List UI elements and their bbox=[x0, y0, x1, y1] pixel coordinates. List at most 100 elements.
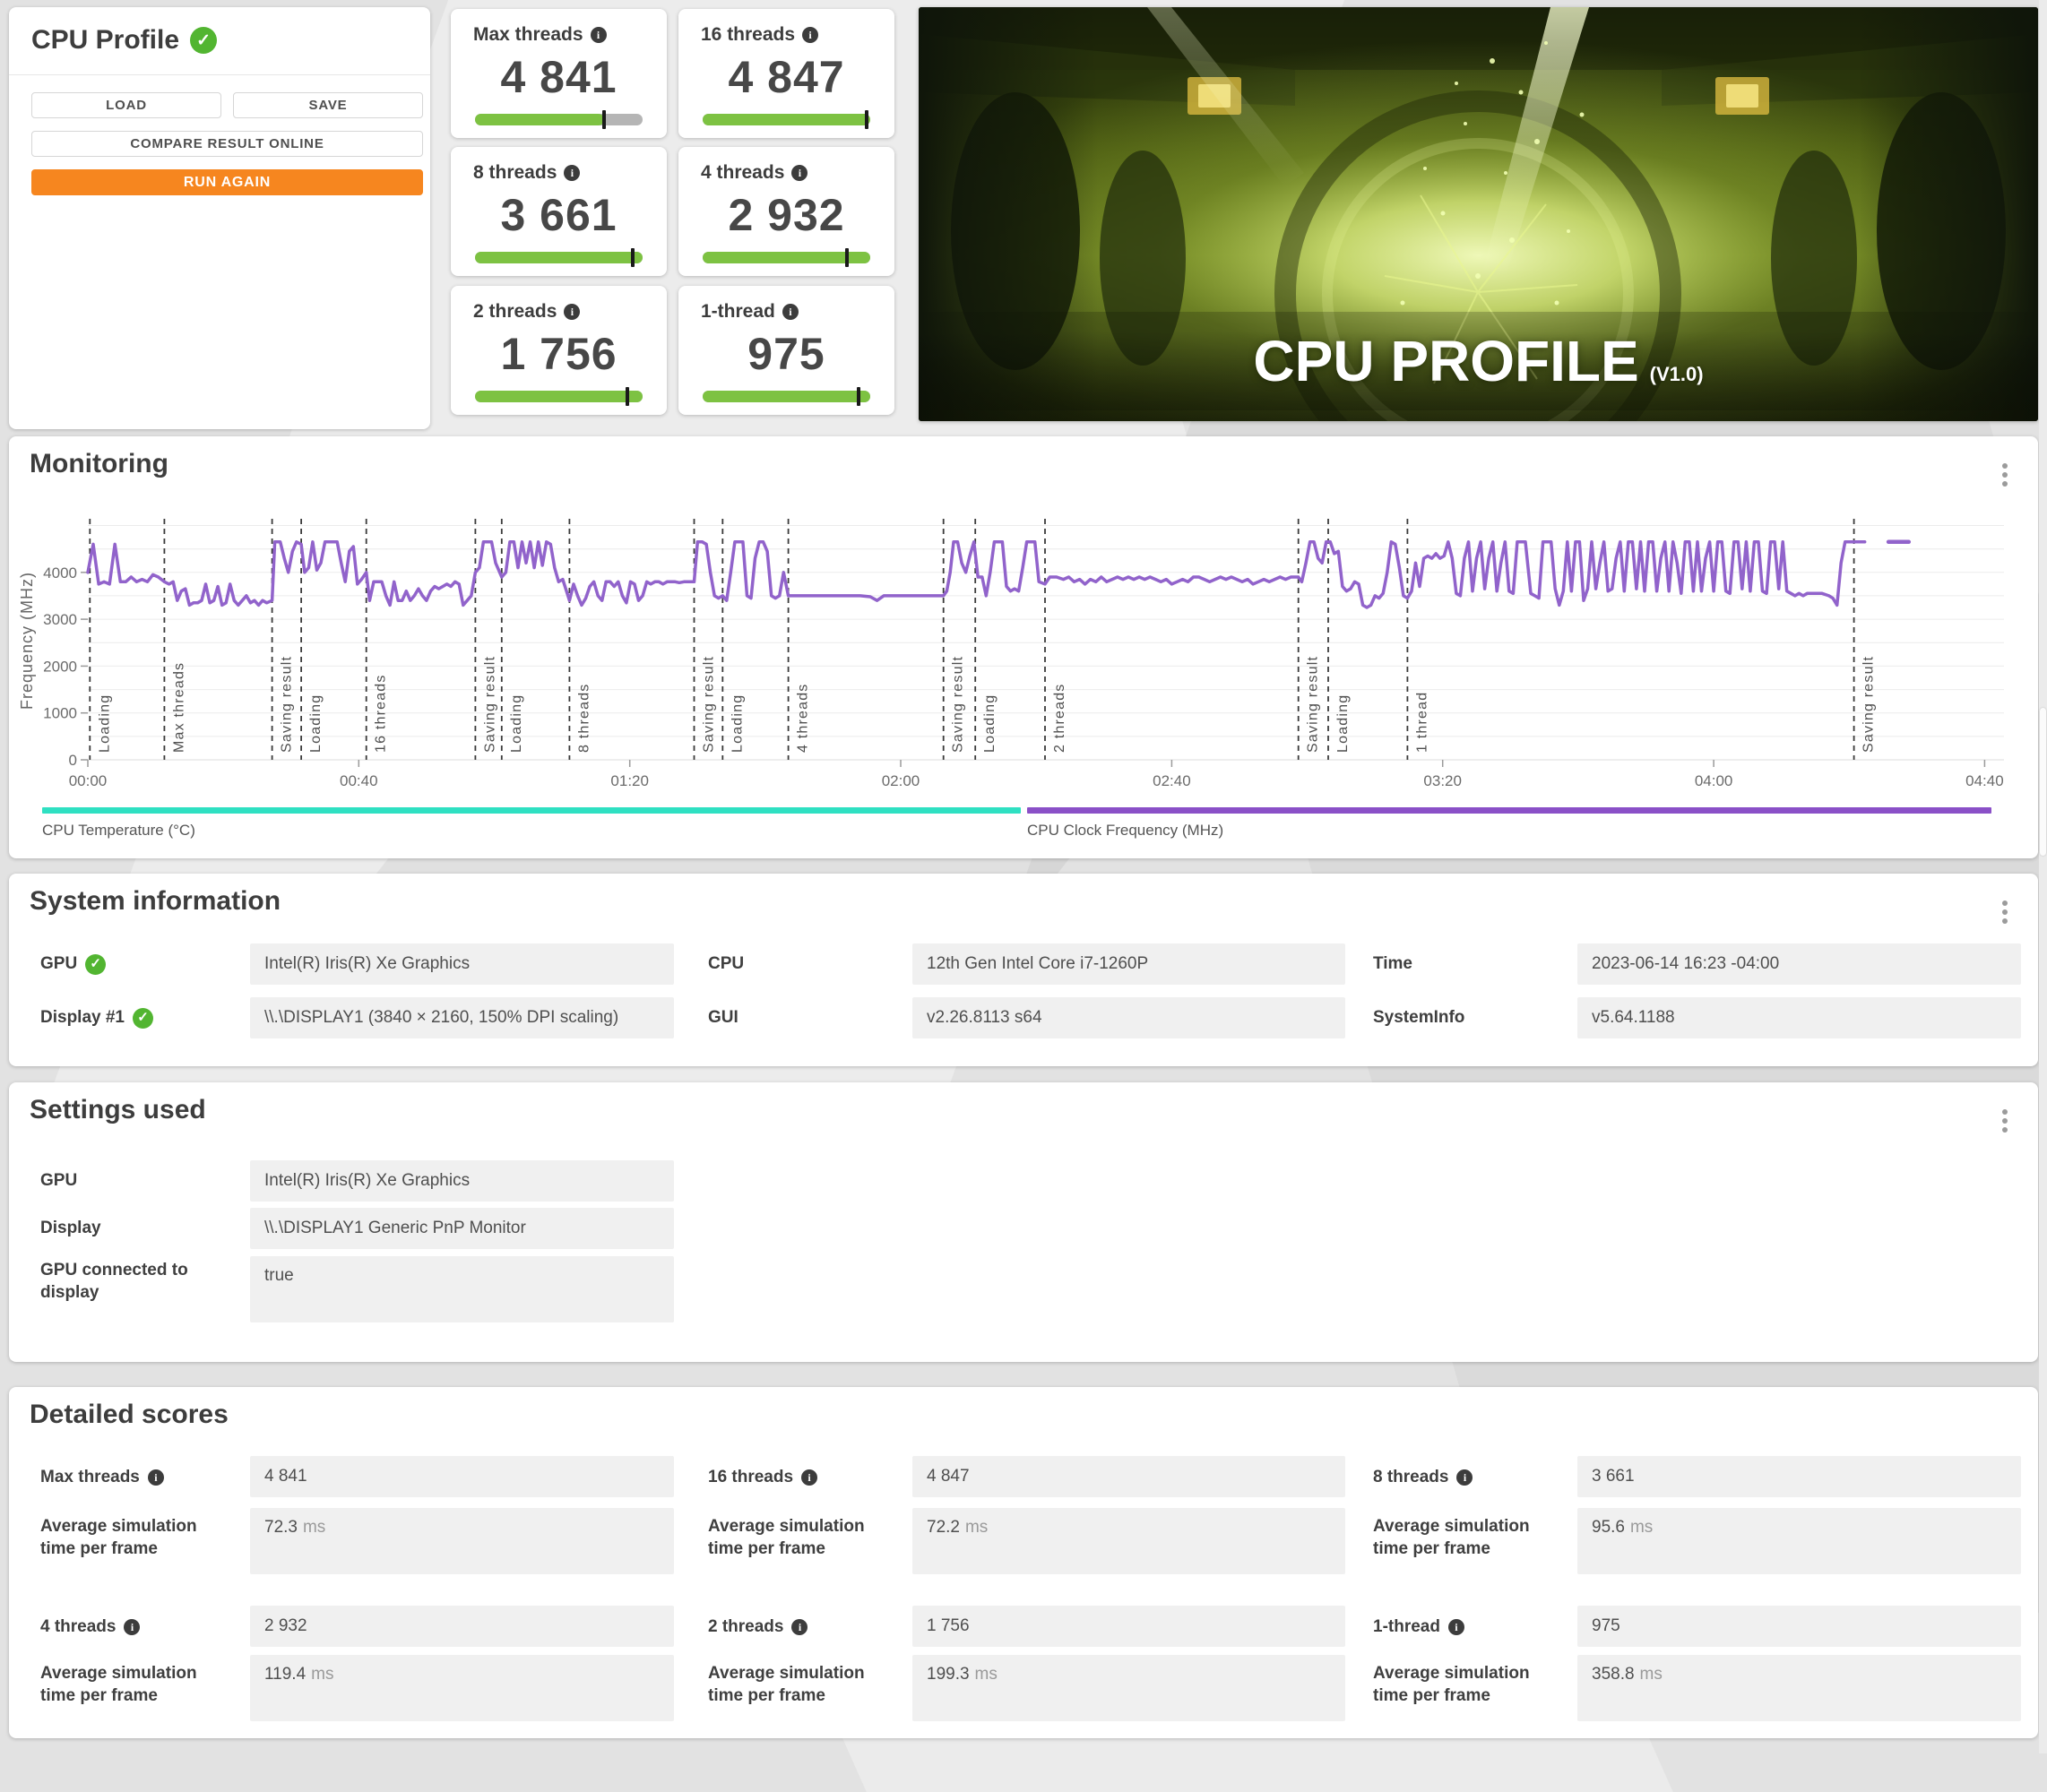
load-button[interactable]: LOAD bbox=[31, 92, 221, 118]
info-icon[interactable]: i bbox=[1456, 1469, 1473, 1486]
info-icon[interactable]: i bbox=[801, 1469, 817, 1486]
field-label-time: Time bbox=[1373, 952, 1412, 976]
score-progress-bar bbox=[475, 114, 643, 125]
svg-text:CPU Temperature (°C): CPU Temperature (°C) bbox=[42, 822, 195, 839]
svg-text:0: 0 bbox=[69, 752, 77, 769]
info-icon[interactable]: i bbox=[1448, 1619, 1464, 1635]
score-card-2-threads: 2 threadsi 1 756 bbox=[451, 286, 667, 415]
svg-text:Frequency (MHz): Frequency (MHz) bbox=[18, 572, 36, 710]
score-label-max-threads: Max threadsi bbox=[40, 1466, 164, 1489]
svg-text:00:40: 00:40 bbox=[340, 772, 378, 789]
field-label-systeminfo: SystemInfo bbox=[1373, 1006, 1464, 1030]
hero-title: CPU PROFILE bbox=[1253, 328, 1638, 394]
field-value-gui: v2.26.8113 s64 bbox=[912, 997, 1345, 1038]
setting-label-gpu-connected: GPU connected to display bbox=[40, 1259, 202, 1304]
svg-text:Saving result: Saving result bbox=[280, 656, 295, 753]
field-value-cpu: 12th Gen Intel Core i7-1260P bbox=[912, 943, 1345, 985]
field-label-gpu: GPU✓ bbox=[40, 952, 106, 976]
setting-label-gpu: GPU bbox=[40, 1169, 77, 1193]
score-card-8-threads: 8 threadsi 3 661 bbox=[451, 147, 667, 276]
field-value-display-1: \\.\DISPLAY1 (3840 × 2160, 150% DPI scal… bbox=[250, 997, 674, 1038]
field-value-time: 2023-06-14 16:23 -04:00 bbox=[1577, 943, 2021, 985]
kebab-menu-icon[interactable] bbox=[1999, 460, 2011, 490]
score-label-8-threads: 8 threadsi bbox=[1373, 1466, 1473, 1489]
divider bbox=[9, 74, 430, 75]
info-icon[interactable]: i bbox=[802, 27, 818, 43]
svg-text:Loading: Loading bbox=[97, 694, 112, 753]
monitoring-card: 01000200030004000Frequency (MHz)00:0000:… bbox=[9, 436, 2038, 858]
svg-text:8 threads: 8 threads bbox=[576, 683, 592, 753]
score-value: 4 847 bbox=[678, 51, 894, 103]
run-again-button[interactable]: RUN AGAIN bbox=[31, 169, 423, 195]
svg-text:Saving result: Saving result bbox=[951, 656, 966, 753]
score-progress-bar bbox=[475, 391, 643, 402]
score-progress-bar bbox=[475, 252, 643, 263]
score-label-1-thread: 1-threadi bbox=[1373, 1615, 1464, 1639]
score-value: 4 841 bbox=[451, 51, 667, 103]
score-label: 2 threadsi bbox=[451, 286, 667, 323]
info-icon[interactable]: i bbox=[564, 165, 580, 181]
info-icon[interactable]: i bbox=[782, 304, 799, 320]
system-information-card: System information GPU✓ Intel(R) Iris(R)… bbox=[9, 874, 2038, 1066]
score-label: 8 threadsi bbox=[451, 147, 667, 184]
kebab-menu-icon[interactable] bbox=[1999, 897, 2011, 927]
svg-text:CPU Clock Frequency (MHz): CPU Clock Frequency (MHz) bbox=[1027, 822, 1223, 839]
info-icon[interactable]: i bbox=[791, 165, 808, 181]
setting-label-display: Display bbox=[40, 1217, 101, 1240]
score-value: 2 932 bbox=[678, 189, 894, 241]
field-label-gui: GUI bbox=[708, 1006, 738, 1030]
svg-text:3000: 3000 bbox=[43, 611, 77, 628]
system-information-title: System information bbox=[30, 886, 281, 917]
kebab-menu-icon[interactable] bbox=[1999, 1106, 2011, 1136]
avg-box: 119.4ms bbox=[250, 1655, 674, 1721]
field-label-display-1: Display #1✓ bbox=[40, 1006, 153, 1030]
svg-text:02:40: 02:40 bbox=[1153, 772, 1191, 789]
panel-buttons: LOAD SAVE COMPARE RESULT ONLINE RUN AGAI… bbox=[31, 92, 423, 208]
info-icon[interactable]: i bbox=[591, 27, 607, 43]
field-value-gpu: Intel(R) Iris(R) Xe Graphics bbox=[250, 943, 674, 985]
info-icon[interactable]: i bbox=[564, 304, 580, 320]
score-progress-bar bbox=[703, 391, 870, 402]
avg-label: Average simulation time per frame bbox=[1373, 1662, 1534, 1707]
avg-box: 199.3ms bbox=[912, 1655, 1345, 1721]
score-box: 1 756 bbox=[912, 1606, 1345, 1647]
avg-label: Average simulation time per frame bbox=[708, 1515, 869, 1560]
scrollbar-thumb[interactable] bbox=[2040, 708, 2046, 856]
monitoring-title: Monitoring bbox=[30, 449, 168, 479]
score-progress-bar bbox=[703, 252, 870, 263]
score-label: 16 threadsi bbox=[678, 9, 894, 46]
hero-version: (V1.0) bbox=[1650, 363, 1704, 386]
svg-text:Max threads: Max threads bbox=[171, 662, 186, 753]
svg-text:Loading: Loading bbox=[509, 694, 524, 753]
compare-result-online-button[interactable]: COMPARE RESULT ONLINE bbox=[31, 131, 423, 157]
svg-text:Loading: Loading bbox=[308, 694, 324, 753]
svg-text:02:00: 02:00 bbox=[882, 772, 920, 789]
check-icon: ✓ bbox=[85, 954, 106, 975]
settings-used-card: Settings used GPU Intel(R) Iris(R) Xe Gr… bbox=[9, 1082, 2038, 1362]
check-icon: ✓ bbox=[133, 1008, 153, 1029]
score-marker bbox=[626, 387, 629, 406]
avg-box: 95.6ms bbox=[1577, 1508, 2021, 1574]
svg-text:2 threads: 2 threads bbox=[1052, 683, 1067, 753]
hero-title-block: CPU PROFILE (V1.0) bbox=[919, 328, 2038, 394]
score-marker bbox=[857, 387, 860, 406]
info-icon[interactable]: i bbox=[791, 1619, 808, 1635]
score-marker bbox=[845, 248, 849, 267]
score-label-4-threads: 4 threadsi bbox=[40, 1615, 140, 1639]
score-value: 1 756 bbox=[451, 328, 667, 380]
score-label-16-threads: 16 threadsi bbox=[708, 1466, 817, 1489]
field-value-systeminfo: v5.64.1188 bbox=[1577, 997, 2021, 1038]
check-icon: ✓ bbox=[190, 27, 217, 54]
svg-text:Loading: Loading bbox=[982, 694, 998, 753]
settings-used-title: Settings used bbox=[30, 1095, 206, 1125]
info-icon[interactable]: i bbox=[124, 1619, 140, 1635]
info-icon[interactable]: i bbox=[148, 1469, 164, 1486]
score-progress-bar bbox=[703, 114, 870, 125]
avg-box: 358.8ms bbox=[1577, 1655, 2021, 1721]
score-marker bbox=[865, 110, 868, 129]
svg-text:Saving result: Saving result bbox=[1306, 656, 1321, 753]
legend-item: CPU Temperature (°C) bbox=[42, 807, 1021, 839]
score-value: 3 661 bbox=[451, 189, 667, 241]
save-button[interactable]: SAVE bbox=[233, 92, 423, 118]
svg-text:4 threads: 4 threads bbox=[796, 683, 811, 753]
